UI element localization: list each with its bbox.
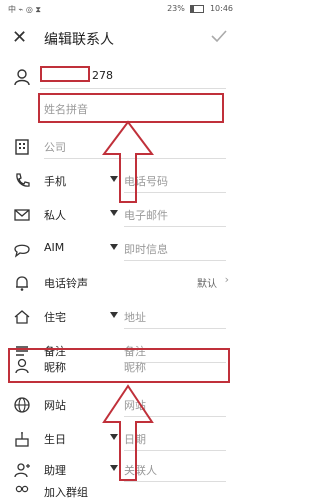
cake-icon (15, 432, 29, 447)
assistant-icon (14, 463, 30, 478)
aim-input[interactable]: 即时信息 (124, 241, 168, 257)
address-underline (124, 328, 226, 329)
nickname-input[interactable]: 昵称 (124, 359, 146, 375)
person-outline-icon (15, 358, 29, 374)
ringtone-value[interactable]: 默认 (197, 275, 217, 290)
email-input[interactable]: 电子邮件 (124, 207, 168, 223)
ringtone-row[interactable]: 电话铃声 默认 › (0, 264, 241, 302)
page-title: 编辑联系人 (44, 32, 114, 48)
chevron-down-icon[interactable] (110, 312, 118, 318)
email-type-label[interactable]: 私人 (44, 207, 66, 223)
ringtone-label: 电话铃声 (44, 277, 88, 290)
bell-icon (16, 276, 28, 291)
up-arrow-annotation-bottom (102, 384, 154, 481)
name-row: 278 (0, 58, 241, 96)
up-arrow-annotation-top (102, 120, 154, 203)
chat-bubble-icon (14, 244, 30, 258)
name-value[interactable]: 278 (92, 69, 113, 82)
aim-underline (124, 260, 226, 261)
address-row[interactable]: 住宅 地址 (0, 298, 241, 336)
website-label: 网站 (44, 399, 66, 412)
assistant-type-label[interactable]: 助理 (44, 462, 66, 478)
group-icon (15, 485, 29, 493)
battery-icon (190, 4, 205, 13)
chevron-down-icon[interactable] (110, 210, 118, 216)
status-right: 23% 10:46 (167, 4, 233, 13)
chevron-right-icon[interactable]: › (225, 273, 229, 286)
redacted-name-box (40, 66, 90, 82)
clock: 10:46 (209, 4, 233, 13)
home-icon (14, 310, 30, 324)
status-bar: 中 ⌁ ◎ ⧗ 23% 10:46 (0, 0, 241, 18)
app-bar: ✕ 编辑联系人 (0, 22, 241, 54)
group-label[interactable]: 加入群组 (44, 484, 88, 500)
phone-type-label[interactable]: 手机 (44, 173, 66, 189)
company-input[interactable]: 公司 (44, 139, 66, 155)
phonetic-input[interactable]: 姓名拼音 (44, 101, 88, 117)
chevron-down-icon[interactable] (110, 244, 118, 250)
person-icon (14, 69, 30, 86)
battery-percent: 23% (167, 4, 185, 13)
status-icons: 中 ⌁ ◎ ⧗ (8, 5, 42, 14)
birthday-type-label[interactable]: 生日 (44, 431, 66, 447)
mail-icon (14, 209, 30, 221)
address-type-label[interactable]: 住宅 (44, 309, 66, 325)
email-underline (124, 226, 226, 227)
highlight-box-nickname (8, 348, 230, 383)
check-icon[interactable] (209, 26, 229, 46)
group-row[interactable]: 加入群组 (0, 482, 241, 500)
close-icon[interactable]: ✕ (12, 28, 27, 48)
phone-icon (16, 173, 30, 187)
globe-icon (14, 397, 30, 413)
name-underline (40, 88, 226, 89)
nickname-label: 昵称 (44, 361, 66, 374)
address-input[interactable]: 地址 (124, 309, 146, 325)
nickname-row[interactable]: 昵称 昵称 (0, 348, 241, 386)
building-icon (15, 139, 29, 155)
aim-type-label[interactable]: AIM (44, 241, 64, 254)
aim-row[interactable]: AIM 即时信息 (0, 230, 241, 268)
